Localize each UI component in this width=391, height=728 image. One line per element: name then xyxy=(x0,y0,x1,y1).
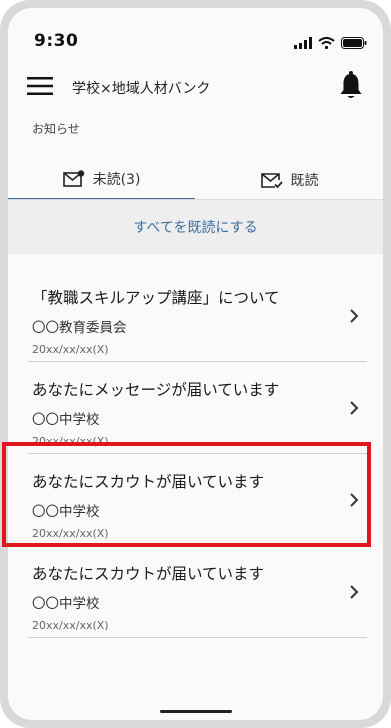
mail-unread-icon xyxy=(62,170,84,187)
notification-sender: 〇〇中学校 xyxy=(32,596,100,612)
notification-item[interactable]: あなたにスカウトが届いています 〇〇中学校 20xx/xx/xx(X) xyxy=(28,454,367,546)
notification-sender: 〇〇中学校 xyxy=(32,504,100,520)
signal-icon xyxy=(294,37,312,49)
section-label: お知らせ xyxy=(32,122,80,136)
home-indicator xyxy=(160,710,232,713)
tab-unread[interactable]: 未読(3) xyxy=(8,160,195,200)
notification-date: 20xx/xx/xx(X) xyxy=(32,343,109,356)
notification-date: 20xx/xx/xx(X) xyxy=(32,527,109,540)
wifi-icon xyxy=(318,37,335,49)
phone-frame: 9:30 学校×地域人材バンク お知らせ 未読(3) 既読 すべてを既読にする … xyxy=(0,0,391,728)
notification-title: 「教職スキルアップ講座」について xyxy=(32,289,280,307)
status-bar: 9:30 xyxy=(8,8,383,51)
tab-read[interactable]: 既読 xyxy=(196,160,383,200)
notification-sender: 〇〇中学校 xyxy=(32,412,100,428)
chevron-right-icon xyxy=(350,401,359,415)
tab-read-label: 既読 xyxy=(290,173,319,189)
notification-item[interactable]: あなたにスカウトが届いています 〇〇中学校 20xx/xx/xx(X) xyxy=(28,546,367,638)
mark-all-bar: すべてを既読にする xyxy=(8,200,383,254)
chevron-right-icon xyxy=(350,585,359,599)
chevron-right-icon xyxy=(350,309,359,323)
status-time: 9:30 xyxy=(34,31,79,51)
notification-date: 20xx/xx/xx(X) xyxy=(32,435,109,448)
tab-bar: 未読(3) 既読 xyxy=(8,160,383,200)
bell-icon[interactable] xyxy=(339,70,363,100)
screen: 9:30 学校×地域人材バンク お知らせ 未読(3) 既読 すべてを既読にする … xyxy=(8,8,383,720)
notification-sender: 〇〇教育委員会 xyxy=(32,320,127,336)
notification-item[interactable]: 「教職スキルアップ講座」について 〇〇教育委員会 20xx/xx/xx(X) xyxy=(28,270,367,362)
hamburger-menu-icon[interactable] xyxy=(27,76,53,96)
mark-all-read-button[interactable]: すべてを既読にする xyxy=(133,217,257,237)
mail-read-icon xyxy=(260,173,283,189)
notification-title: あなたにメッセージが届いています xyxy=(32,381,280,399)
notification-title: あなたにスカウトが届いています xyxy=(32,565,265,583)
status-icons xyxy=(294,37,367,49)
chevron-right-icon xyxy=(350,493,359,507)
item-divider xyxy=(28,637,367,638)
tab-unread-label: 未読(3) xyxy=(92,172,141,188)
notification-title: あなたにスカウトが届いています xyxy=(32,473,265,491)
app-title: 学校×地域人材バンク xyxy=(72,81,211,97)
notification-item[interactable]: あなたにメッセージが届いています 〇〇中学校 20xx/xx/xx(X) xyxy=(28,362,367,454)
app-header: 学校×地域人材バンク xyxy=(8,66,383,108)
notification-date: 20xx/xx/xx(X) xyxy=(32,619,109,632)
battery-icon xyxy=(341,37,367,49)
